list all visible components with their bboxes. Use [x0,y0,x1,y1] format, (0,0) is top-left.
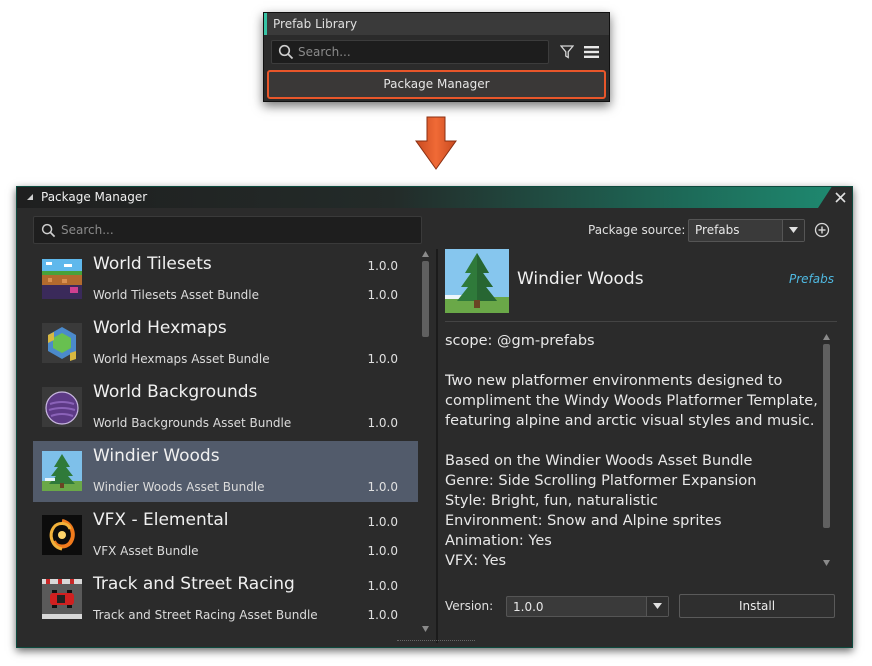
package-name: World Hexmaps [93,318,227,338]
pine-tree-thumbnail-icon [42,451,82,491]
bundle-version: 1.0.0 [367,352,398,366]
close-icon[interactable] [835,192,846,203]
race-car-thumbnail-icon [42,579,82,619]
package-bundle-name: World Hexmaps Asset Bundle [93,352,270,366]
version-label: Version: [445,599,494,613]
package-bundle-name: Windier Woods Asset Bundle [93,480,265,494]
hamburger-menu-icon[interactable] [584,45,599,59]
search-icon [278,44,294,60]
tileset-thumbnail-icon [42,259,82,299]
bundle-version: 1.0.0 [367,416,398,430]
background-thumbnail-icon [42,387,82,427]
package-name: World Backgrounds [93,382,258,402]
bundle-version: 1.0.0 [367,480,398,494]
down-arrow-icon [415,116,457,170]
scrollbar-thumb[interactable] [823,344,830,528]
package-bundle-name: World Backgrounds Asset Bundle [93,416,292,430]
fire-vfx-thumbnail-icon [42,515,82,555]
package-version: 1.0.0 [367,579,398,593]
search-icon [41,223,56,238]
pine-tree-detail-icon [445,249,509,313]
panel-splitter[interactable] [436,249,438,643]
version-value: 1.0.0 [513,600,544,614]
scroll-down-arrow-icon[interactable] [823,560,830,566]
package-description: scope: @gm-prefabs Two new platformer en… [445,333,818,569]
package-search-placeholder: Search... [61,223,114,237]
package-list-scrollbar[interactable] [420,249,431,637]
package-source-label: Package source: [588,223,686,237]
collapse-triangle-icon[interactable] [26,193,34,201]
prefab-library-window: Prefab Library Search... Package Manager [263,12,610,102]
resize-grip[interactable] [397,640,475,643]
package-source-dropdown[interactable]: Prefabs [688,219,805,242]
package-manager-titlebar: Package Manager [17,187,852,208]
package-row-windier-woods[interactable]: Windier Woods Windier Woods Asset Bundle… [33,441,418,502]
bundle-version: 1.0.0 [367,608,398,622]
chevron-down-icon [789,227,798,233]
package-bundle-name: Track and Street Racing Asset Bundle [93,608,318,622]
detail-source-link[interactable]: Prefabs [789,272,834,286]
package-bundle-name: VFX Asset Bundle [93,544,199,558]
package-version: 1.0.0 [367,259,398,273]
detail-divider [445,321,837,322]
description-scrollbar[interactable] [821,332,832,570]
package-bundle-name: World Tilesets Asset Bundle [93,288,260,302]
detail-package-name: Windier Woods [517,269,644,289]
package-name: Windier Woods [93,446,220,466]
add-source-icon[interactable] [814,222,830,238]
install-button[interactable]: Install [679,594,835,618]
prefab-search-placeholder: Search... [298,45,351,59]
scrollbar-thumb[interactable] [422,261,429,337]
dropdown-button[interactable] [782,220,804,241]
package-list: World Tilesets 1.0.0 World Tilesets Asse… [33,249,418,641]
bundle-version: 1.0.0 [367,544,398,558]
package-manager-title: Package Manager [41,190,148,204]
bundle-version: 1.0.0 [367,288,398,302]
package-search-input[interactable]: Search... [33,216,422,244]
dropdown-button[interactable] [646,597,668,616]
filter-icon[interactable] [560,45,574,59]
package-row-world-backgrounds[interactable]: World Backgrounds World Backgrounds Asse… [33,377,418,438]
scroll-down-arrow-icon[interactable] [422,626,429,632]
package-row-vfx-elemental[interactable]: VFX - Elemental 1.0.0 VFX Asset Bundle 1… [33,505,418,566]
package-row-world-hexmaps[interactable]: World Hexmaps World Hexmaps Asset Bundle… [33,313,418,374]
package-source-value: Prefabs [695,223,740,237]
prefab-library-title: Prefab Library [264,13,609,35]
package-name: Track and Street Racing [93,574,295,594]
package-manager-window: Package Manager Search... Package source… [16,186,853,648]
hexmap-thumbnail-icon [42,323,82,363]
scroll-up-arrow-icon[interactable] [422,251,429,257]
package-row-world-tilesets[interactable]: World Tilesets 1.0.0 World Tilesets Asse… [33,249,418,310]
package-manager-button[interactable]: Package Manager [267,70,606,99]
chevron-down-icon [653,603,662,609]
package-name: VFX - Elemental [93,510,229,530]
package-version: 1.0.0 [367,515,398,529]
prefab-search-input[interactable]: Search... [271,40,549,64]
version-dropdown[interactable]: 1.0.0 [506,596,669,617]
package-name: World Tilesets [93,254,212,274]
package-row-track-and-street-racing[interactable]: Track and Street Racing 1.0.0 Track and … [33,569,418,630]
scroll-up-arrow-icon[interactable] [823,334,830,340]
